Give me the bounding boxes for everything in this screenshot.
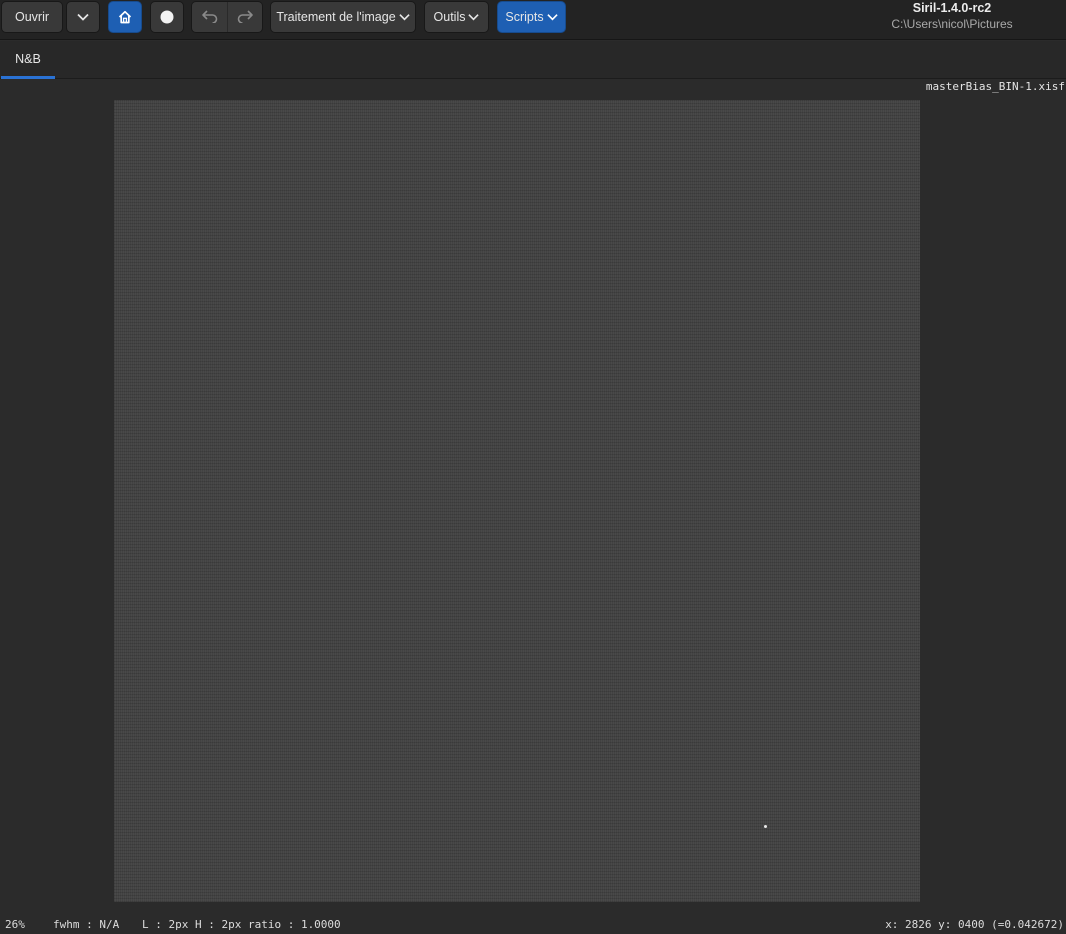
status-bar: 26% fwhm : N/A L : 2px H : 2px ratio : 1… — [0, 912, 1066, 934]
channel-tab-bar: N&B — [0, 41, 1066, 79]
image-processing-menu-button[interactable]: Traitement de l'image — [270, 1, 416, 33]
open-button-label: Ouvrir — [14, 10, 50, 24]
livestack-button[interactable] — [150, 1, 184, 33]
tools-menu-button[interactable]: Outils — [424, 1, 489, 33]
undo-redo-group — [191, 1, 263, 33]
image-processing-label: Traitement de l'image — [276, 10, 396, 24]
record-dot-icon — [159, 9, 175, 25]
undo-icon — [201, 9, 219, 26]
window-title: Siril-1.4.0-rc2 C:\Users\nicol\Pictures — [852, 1, 1052, 32]
home-icon — [117, 9, 133, 25]
chevron-down-icon — [77, 13, 89, 21]
image-filename: masterBias_BIN-1.xisf — [925, 80, 1065, 93]
header-bar: Ouvrir Traitement de l'image Outils Scri… — [0, 0, 1066, 40]
fwhm-readout: fwhm : N/A — [53, 918, 120, 931]
chevron-down-icon — [468, 13, 480, 21]
cursor-readout: x: 2826 y: 0400 (=0.042672) — [885, 918, 1064, 931]
home-button[interactable] — [108, 1, 142, 33]
redo-icon — [236, 9, 254, 26]
image-canvas[interactable] — [114, 100, 920, 902]
open-button[interactable]: Ouvrir — [1, 1, 63, 33]
redo-button[interactable] — [227, 2, 262, 32]
image-viewer[interactable]: masterBias_BIN-1.xisf — [0, 79, 1066, 912]
chevron-down-icon — [399, 13, 410, 21]
tools-label: Outils — [433, 10, 466, 24]
open-recent-dropdown-button[interactable] — [66, 1, 100, 33]
undo-button[interactable] — [192, 2, 227, 32]
app-title: Siril-1.4.0-rc2 — [912, 1, 992, 15]
binning-readout: L : 2px H : 2px ratio : 1.0000 — [142, 918, 341, 931]
scripts-menu-button[interactable]: Scripts — [497, 1, 566, 33]
tab-mono[interactable]: N&B — [1, 41, 55, 79]
hot-pixel — [764, 825, 767, 828]
zoom-level: 26% — [5, 918, 25, 931]
scripts-label: Scripts — [505, 10, 544, 24]
chevron-down-icon — [546, 13, 558, 21]
working-directory: C:\Users\nicol\Pictures — [891, 17, 1013, 31]
tab-label: N&B — [15, 51, 41, 66]
